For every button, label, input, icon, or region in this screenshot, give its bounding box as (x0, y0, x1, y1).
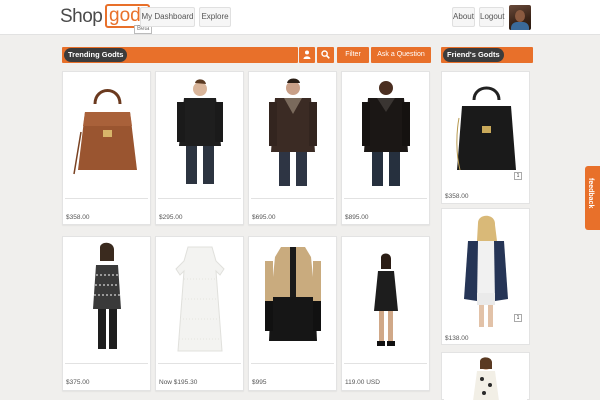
logo-text-shop: Shop (60, 6, 103, 27)
product-image-black-bag[interactable] (444, 74, 527, 186)
ask-question-button[interactable]: Ask a Question (371, 47, 431, 63)
friends-section-bar: Friend's Godts (441, 47, 533, 63)
top-header: Shop godt Beta My Dashboard Explore Abou… (0, 0, 600, 35)
product-card[interactable]: $358.00 (62, 71, 151, 225)
product-card[interactable]: 119.00 USD (341, 236, 430, 391)
search-icon (321, 50, 330, 59)
price-divider (65, 363, 148, 364)
product-card[interactable]: $895.00 (341, 71, 430, 225)
product-card[interactable]: $375.00 (62, 236, 151, 391)
product-price: $695.00 (252, 214, 276, 221)
product-image-navy-cardigan[interactable] (444, 211, 527, 329)
user-filter-button[interactable] (299, 47, 315, 63)
product-price: $995 (252, 379, 267, 386)
trending-title: Trending Godts (64, 48, 128, 62)
price-divider (344, 363, 427, 364)
trending-section-bar: Trending Godts (62, 47, 298, 63)
product-price: 119.00 USD (345, 379, 380, 386)
friend-product-card[interactable]: 1 $138.00 (441, 208, 530, 345)
like-count-badge: 1 (514, 314, 522, 322)
nav-logout[interactable]: Logout (479, 7, 504, 27)
product-price: $358.00 (445, 193, 469, 200)
product-image-white-dress[interactable] (158, 239, 241, 357)
product-card[interactable]: Now $195.30 (155, 236, 244, 391)
price-divider (344, 198, 427, 199)
price-divider (251, 363, 334, 364)
filter-button[interactable]: Filter (337, 47, 369, 63)
friend-product-card[interactable] (441, 352, 530, 400)
product-price: $138.00 (445, 335, 469, 342)
product-image-leather-jacket[interactable] (251, 74, 334, 192)
product-image-floral-dress[interactable] (444, 355, 527, 400)
search-button[interactable] (317, 47, 334, 63)
user-avatar[interactable] (509, 5, 531, 30)
like-count-badge: 1 (514, 172, 522, 180)
avatar-shirt (511, 22, 529, 30)
feedback-label: feedback (587, 178, 594, 209)
product-card[interactable]: $995 (248, 236, 337, 391)
product-image-colorblock-coat[interactable] (251, 239, 334, 357)
product-price: $358.00 (66, 214, 90, 221)
nav-explore[interactable]: Explore (199, 7, 231, 27)
feedback-tab[interactable]: feedback (585, 166, 600, 230)
price-divider (158, 198, 241, 199)
price-divider (65, 198, 148, 199)
product-image-patterned-top[interactable] (65, 239, 148, 357)
avatar-face (515, 10, 525, 22)
friends-title: Friend's Godts (443, 48, 504, 62)
nav-my-dashboard[interactable]: My Dashboard (140, 7, 195, 27)
product-image-black-dress[interactable] (344, 239, 427, 357)
product-image-black-jacket[interactable] (158, 74, 241, 192)
product-image-leather-jacket[interactable] (344, 74, 427, 192)
product-price: Now $195.30 (159, 379, 198, 386)
price-divider (251, 198, 334, 199)
friend-product-card[interactable]: 1 $358.00 (441, 71, 530, 204)
product-price: $375.00 (66, 379, 90, 386)
product-price: $895.00 (345, 214, 369, 221)
nav-about[interactable]: About (452, 7, 475, 27)
price-divider (158, 363, 241, 364)
user-icon (303, 50, 311, 59)
product-image-brown-bag[interactable] (65, 74, 148, 192)
product-card[interactable]: $695.00 (248, 71, 337, 225)
product-card[interactable]: $295.00 (155, 71, 244, 225)
product-price: $295.00 (159, 214, 183, 221)
